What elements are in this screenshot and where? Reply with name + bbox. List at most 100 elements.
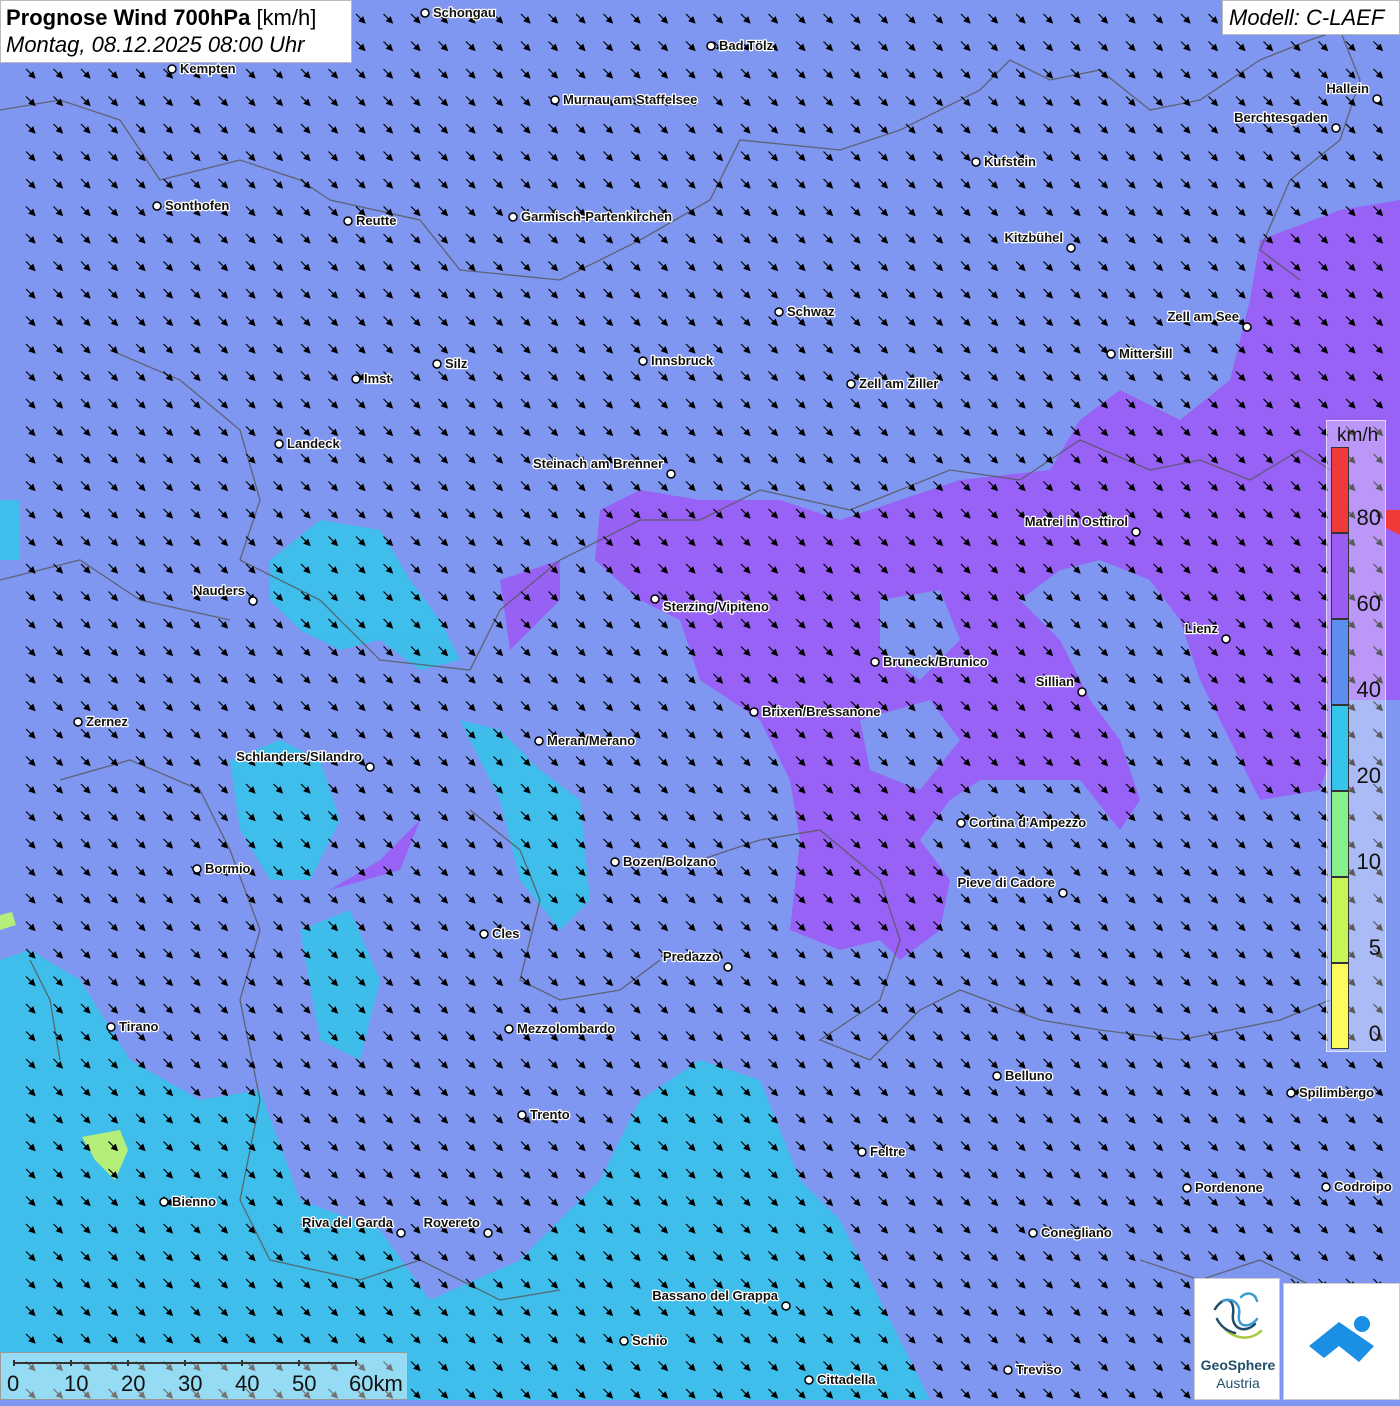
city-dot xyxy=(159,1197,169,1207)
city-label: Zernez xyxy=(86,714,128,729)
model-label: Modell: C-LAEF xyxy=(1222,0,1400,35)
city-dot xyxy=(106,1022,116,1032)
city-dot xyxy=(1028,1228,1038,1238)
city-label: Murnau am Staffelsee xyxy=(563,92,697,107)
map-title: Prognose Wind 700hPa [km/h] xyxy=(6,4,346,31)
city-label: Matrei in Osttirol xyxy=(1025,514,1128,529)
scale-tick xyxy=(13,1360,15,1366)
forecast-datetime: Montag, 08.12.2025 08:00 Uhr xyxy=(6,32,305,57)
city-marker[interactable]: Cortina d'Ampezzo xyxy=(956,814,1088,831)
city-label: Landeck xyxy=(287,436,341,451)
map-title-box: Prognose Wind 700hPa [km/h] Montag, 08.1… xyxy=(0,0,352,63)
city-label: Sillian xyxy=(1036,674,1074,689)
city-dot xyxy=(1182,1183,1192,1193)
city-label: Bienno xyxy=(172,1194,216,1209)
city-marker[interactable]: Pordenone xyxy=(1182,1179,1264,1196)
app-logo[interactable] xyxy=(1283,1283,1400,1400)
wind-map[interactable]: Schongau Kempten Bad Tölz Murnau am Staffel… xyxy=(0,0,1400,1400)
city-label: Schio xyxy=(632,1333,667,1348)
city-label: Spilimbergo xyxy=(1299,1085,1374,1100)
geosphere-sub: Austria xyxy=(1216,1375,1260,1391)
app-arrow-icon xyxy=(1309,1316,1374,1362)
scale-tick xyxy=(298,1360,300,1366)
city-dot xyxy=(870,657,880,667)
city-label: Treviso xyxy=(1016,1362,1062,1377)
city-dot xyxy=(420,8,430,18)
city-dot xyxy=(723,962,733,972)
city-dot xyxy=(550,95,560,105)
scale-tick xyxy=(355,1360,357,1366)
city-dot xyxy=(781,1301,791,1311)
city-label: Codroipo xyxy=(1334,1179,1392,1194)
city-marker[interactable]: Spilimbergo xyxy=(1286,1084,1375,1101)
city-marker[interactable]: Bruneck/Brunico xyxy=(870,653,989,670)
city-label: Rovereto xyxy=(424,1215,480,1230)
city-dot xyxy=(508,212,518,222)
city-marker[interactable]: Garmisch-Partenkirchen xyxy=(508,208,673,225)
city-dot xyxy=(192,864,202,874)
city-dot xyxy=(992,1071,1002,1081)
city-marker[interactable]: Meran/Merano xyxy=(534,732,636,749)
city-dot xyxy=(971,157,981,167)
legend-unit: km/h xyxy=(1337,425,1379,446)
city-label: Kitzbühel xyxy=(1005,230,1064,245)
city-dot xyxy=(638,356,648,366)
city-dot xyxy=(1131,527,1141,537)
city-dot xyxy=(857,1147,867,1157)
scale-bar: 0 10 20 30 40 50 60km xyxy=(0,1352,408,1400)
city-label: Bormio xyxy=(205,861,251,876)
city-marker[interactable]: Murnau am Staffelsee xyxy=(550,91,699,108)
city-marker[interactable]: Conegliano xyxy=(1028,1224,1113,1241)
city-dot xyxy=(73,717,83,727)
legend-label: 5 xyxy=(1368,935,1381,960)
city-label: Cortina d'Ampezzo xyxy=(969,815,1086,830)
city-label: Predazzo xyxy=(663,949,720,964)
city-marker[interactable]: Innsbruck xyxy=(638,352,715,369)
legend-label: 60 xyxy=(1356,591,1381,616)
city-dot xyxy=(610,857,620,867)
legend-label: 80 xyxy=(1356,505,1381,530)
city-label: Mittersill xyxy=(1119,346,1172,361)
geosphere-logo[interactable]: GeoSphere Austria xyxy=(1194,1278,1280,1400)
city-dot xyxy=(504,1024,514,1034)
city-dot xyxy=(1242,322,1252,332)
city-dot xyxy=(343,216,353,226)
map-title-main: Prognose Wind 700hPa xyxy=(6,5,251,30)
city-dot xyxy=(846,379,856,389)
city-dot xyxy=(274,439,284,449)
city-dot xyxy=(1372,94,1382,104)
city-label: Schlanders/Silandro xyxy=(236,749,362,764)
city-dot xyxy=(1286,1088,1296,1098)
city-label: Feltre xyxy=(870,1144,905,1159)
city-dot xyxy=(749,707,759,717)
city-dot xyxy=(956,818,966,828)
city-label: Meran/Merano xyxy=(547,733,635,748)
city-marker[interactable]: Brixen/Bressanone xyxy=(749,703,882,720)
city-dot xyxy=(706,41,716,51)
city-marker[interactable]: Schongau xyxy=(420,4,497,21)
scale-tick xyxy=(184,1360,186,1366)
city-dot xyxy=(666,469,676,479)
city-dot xyxy=(396,1228,406,1238)
legend-label: 40 xyxy=(1356,677,1381,702)
city-dot xyxy=(650,594,660,604)
legend-label: 20 xyxy=(1356,763,1381,788)
city-dot xyxy=(804,1375,814,1385)
city-label: Zell am Ziller xyxy=(859,376,938,391)
city-marker[interactable]: Bozen/Bolzano xyxy=(610,853,717,870)
city-label: Zell am See xyxy=(1167,309,1239,324)
city-label: Conegliano xyxy=(1041,1225,1112,1240)
city-dot xyxy=(1066,243,1076,253)
city-label: Bozen/Bolzano xyxy=(623,854,716,869)
scale-label: 20 xyxy=(121,1371,146,1396)
city-marker[interactable]: Sonthofen xyxy=(152,197,231,214)
city-label: Kempten xyxy=(180,61,236,76)
city-dot xyxy=(479,929,489,939)
city-marker[interactable]: Zell am Ziller xyxy=(846,375,940,392)
city-dot xyxy=(248,596,258,606)
city-label: Cittadella xyxy=(817,1372,876,1387)
city-dot xyxy=(1106,349,1116,359)
city-marker[interactable]: Mezzolombardo xyxy=(504,1020,617,1037)
city-label: Schwaz xyxy=(787,304,835,319)
city-label: Pordenone xyxy=(1195,1180,1263,1195)
